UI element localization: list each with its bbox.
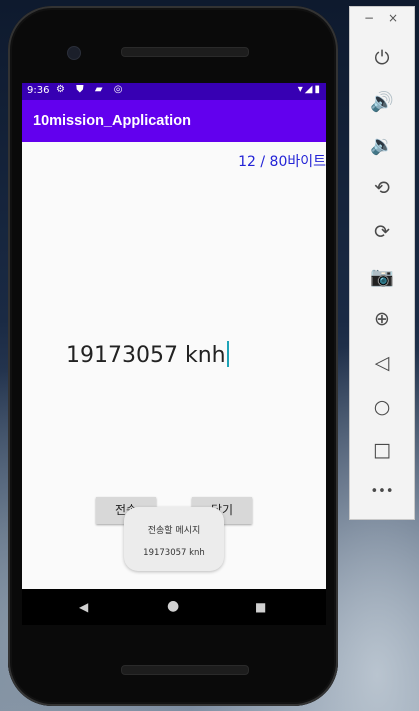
text-cursor [226, 341, 229, 367]
app-bar: 10mission_Application [22, 100, 326, 142]
message-input[interactable]: 19173057 knh [66, 341, 229, 368]
message-text: 19173057 knh [66, 343, 226, 368]
nav-back-icon[interactable]: ◀ [79, 600, 88, 614]
byte-counter: 12 / 80바이트 [238, 154, 326, 170]
home-icon[interactable]: ○ [350, 396, 414, 418]
more-icon[interactable]: ••• [350, 484, 414, 499]
minimize-icon[interactable]: − [364, 11, 374, 25]
toast: 전송할 메시지 19173057 knh [124, 507, 224, 571]
overview-icon[interactable]: □ [350, 439, 414, 461]
status-bar: 9:36 ⚙ ⛊ ▰ ◎ ▾◢▮ [22, 83, 326, 100]
navigation-bar: ◀ ● ■ [22, 589, 326, 625]
top-speaker [121, 47, 249, 57]
status-system-icons: ▾◢▮ [297, 84, 322, 95]
nav-recent-icon[interactable]: ■ [255, 600, 266, 614]
status-time: 9:36 [27, 85, 50, 96]
volume-down-icon[interactable]: 🔉 [350, 133, 414, 156]
status-notification-icons: ⚙ ⛊ ▰ ◎ [56, 84, 127, 95]
toast-title: 전송할 메시지 [147, 526, 201, 536]
front-camera [67, 46, 81, 60]
zoom-icon[interactable]: ⊕ [350, 308, 414, 330]
emulator-toolbar: − × ⏻ 🔊 🔉 ⟲ ⟳ 📷 ⊕ ◁ ○ □ ••• [349, 6, 415, 520]
nav-home-icon[interactable]: ● [167, 598, 179, 614]
rotate-right-icon[interactable]: ⟳ [350, 221, 414, 243]
bottom-speaker [121, 665, 249, 675]
back-icon[interactable]: ◁ [350, 352, 414, 374]
rotate-left-icon[interactable]: ⟲ [350, 177, 414, 199]
power-icon[interactable]: ⏻ [350, 47, 414, 69]
camera-icon[interactable]: 📷 [350, 265, 414, 288]
close-icon[interactable]: × [388, 11, 398, 25]
device-screen: 9:36 ⚙ ⛊ ▰ ◎ ▾◢▮ 10mission_Application 1… [22, 83, 326, 589]
volume-up-icon[interactable]: 🔊 [350, 90, 414, 113]
app-title: 10mission_Application [33, 113, 191, 129]
toast-message: 19173057 knh [143, 548, 205, 558]
